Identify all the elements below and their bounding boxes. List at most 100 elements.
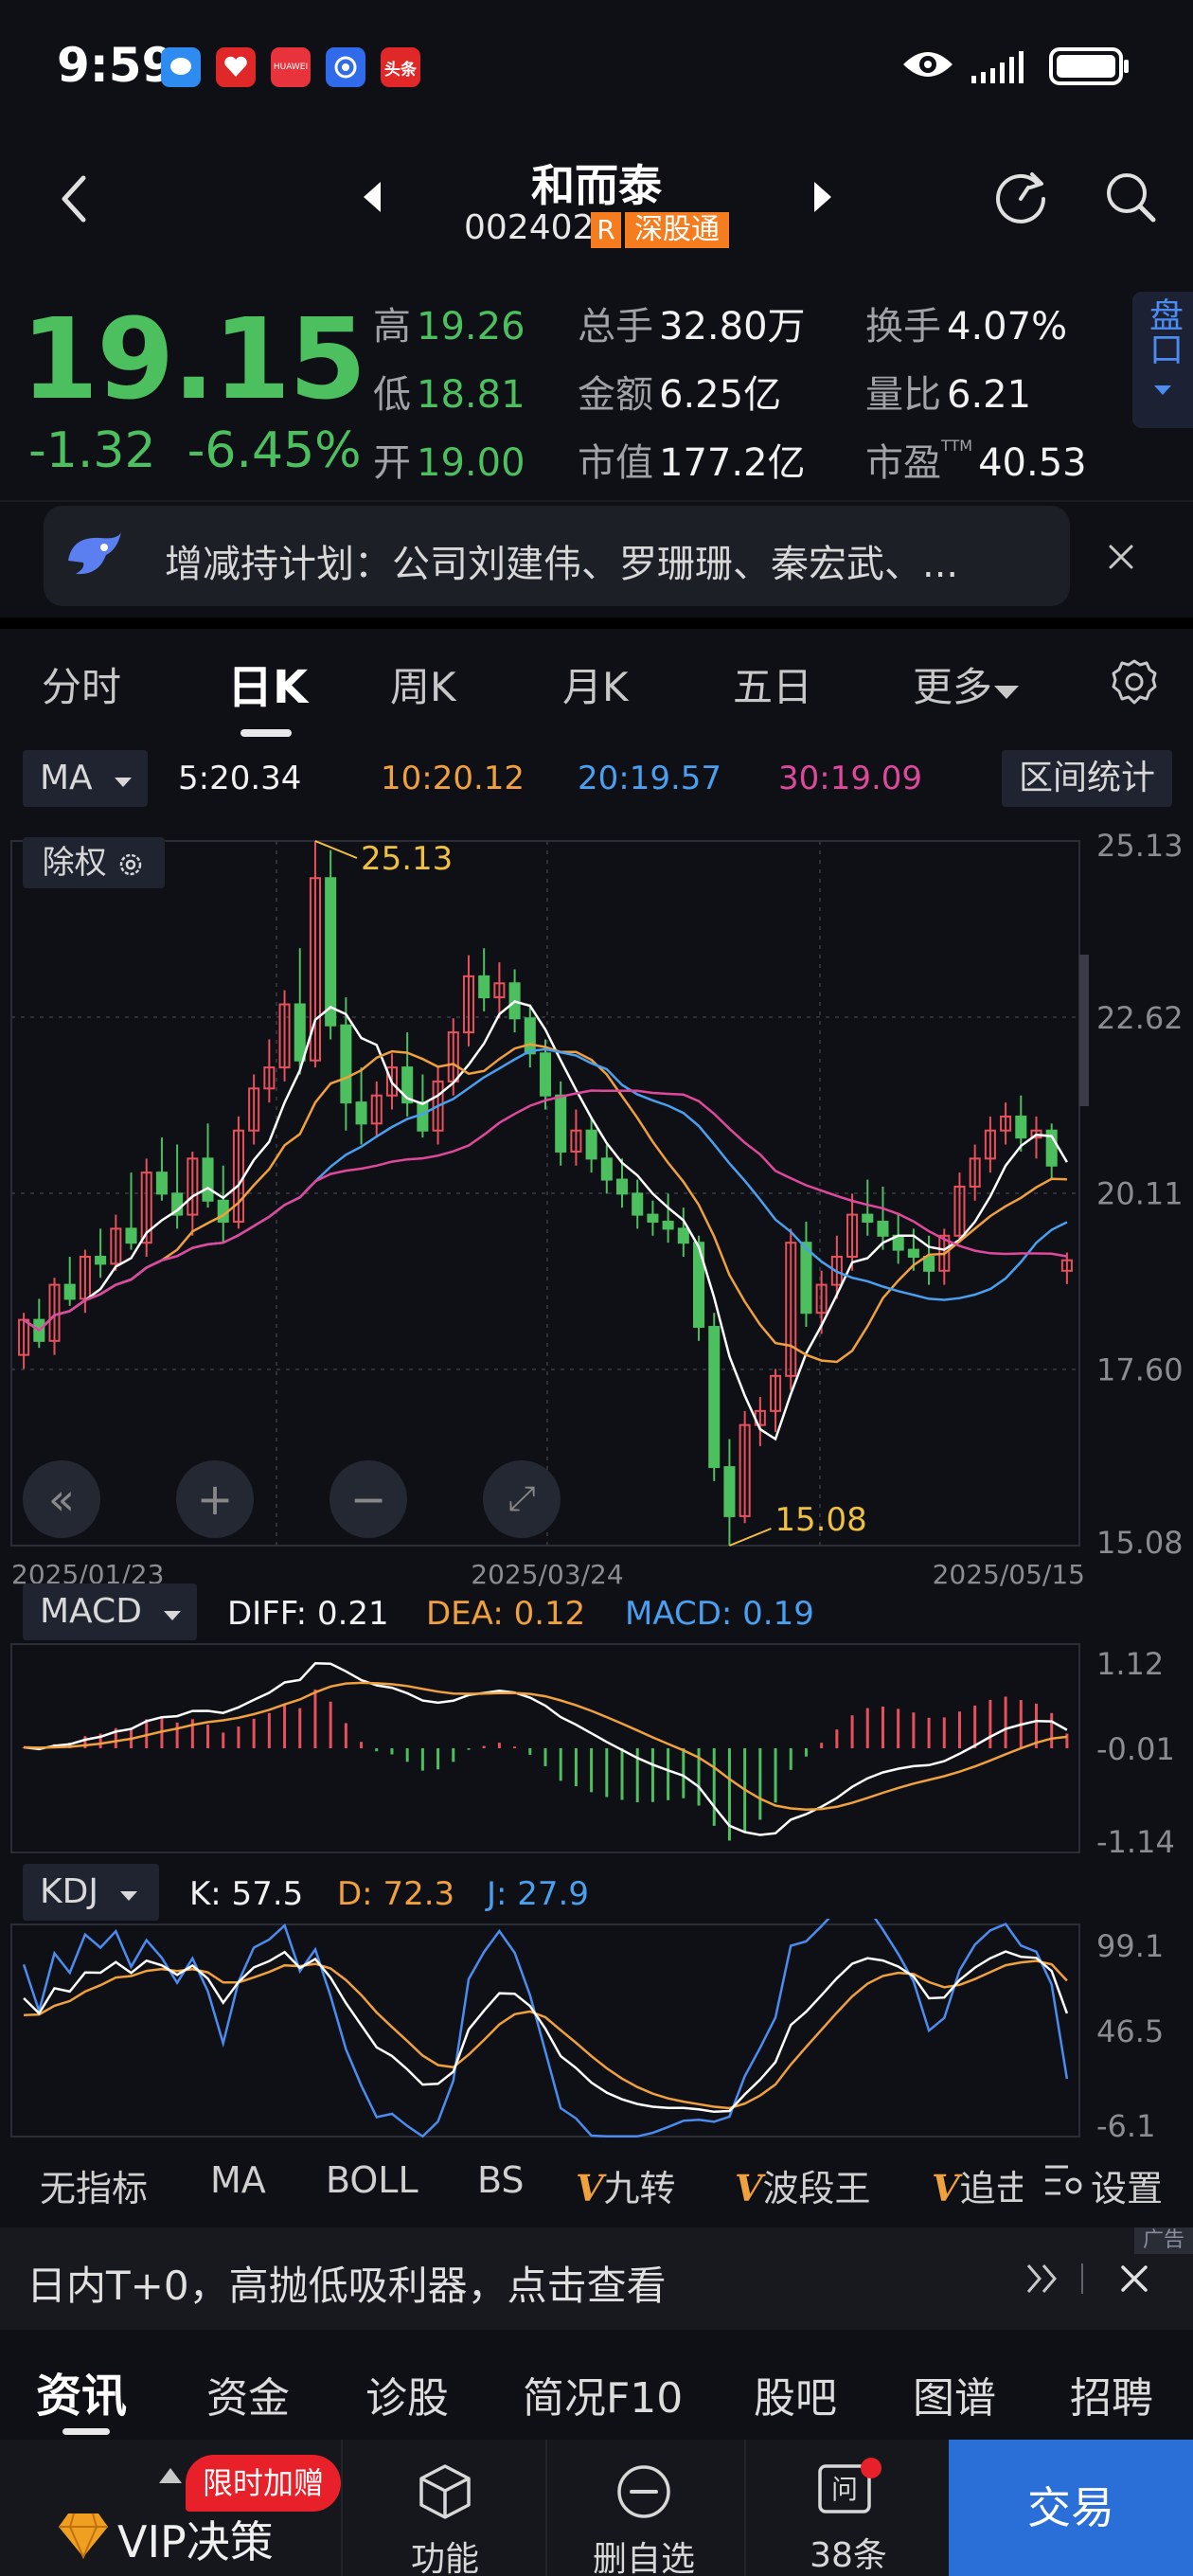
kdj-chart[interactable]: 99.1 46.5 -6.1 — [0, 1919, 1193, 2142]
y-tick-label: 46.5 — [1096, 2013, 1164, 2049]
indicator-boll[interactable]: BOLL — [326, 2159, 418, 2201]
gear-icon — [120, 853, 142, 875]
quote-cell: 高 19.26 — [373, 295, 525, 350]
tab-five-day[interactable]: 五日 — [733, 655, 812, 713]
tab-funds[interactable]: 资金 — [206, 2364, 290, 2424]
quote-cell: 开 19.00 — [373, 432, 525, 487]
battery-icon — [1049, 47, 1129, 85]
bird-logo-icon — [68, 532, 121, 575]
eye-icon — [903, 52, 953, 77]
range-stats-button[interactable]: 区间统计 — [1002, 750, 1172, 807]
kdj-selector[interactable]: KDJ — [23, 1864, 159, 1921]
vmall-app-icon — [216, 47, 256, 87]
chat-app-icon — [161, 47, 201, 87]
quote-label: 市值 — [578, 441, 653, 485]
candle-body — [723, 1466, 736, 1517]
macd-selector[interactable]: MACD — [23, 1583, 197, 1640]
max-annotation-line — [314, 840, 358, 859]
vip-decision-button[interactable]: VIP决策 — [117, 2508, 274, 2570]
indicator-settings[interactable]: 设置 — [1023, 2150, 1193, 2210]
tab-weekly-k[interactable]: 周K — [390, 655, 456, 713]
max-annotation: 25.13 — [361, 840, 453, 878]
price-change: -1.32 -6.45% — [28, 422, 362, 479]
zoom-out-button[interactable]: − — [329, 1460, 407, 1538]
candle-body — [63, 1283, 76, 1300]
ask-button[interactable]: 问 38条 — [782, 2457, 915, 2576]
quote-cell: 总手 32.80万 — [578, 295, 806, 350]
trade-button[interactable]: 交易 — [949, 2440, 1193, 2576]
quote-value: 18.81 — [417, 373, 525, 417]
ma30-value: 30:19.09 — [778, 760, 923, 797]
svg-text:问: 问 — [831, 2474, 858, 2505]
candle-body — [1015, 1115, 1027, 1139]
quote-cell: 市盈TTM 40.53 — [865, 432, 1087, 487]
quote-cell: 换手 4.07% — [865, 295, 1067, 350]
search-icon[interactable] — [1100, 167, 1161, 227]
ma5-value: 5:20.34 — [178, 760, 302, 797]
tab-forum[interactable]: 股吧 — [754, 2364, 837, 2424]
quote-cell: 市值 177.2亿 — [578, 432, 806, 487]
market-tag: 深股通 — [625, 212, 729, 248]
close-ad-icon[interactable] — [1119, 2263, 1149, 2294]
candle-body — [923, 1255, 935, 1272]
indicator-bs[interactable]: BS — [477, 2159, 525, 2201]
next-stock-icon[interactable] — [810, 178, 835, 216]
ma-selector[interactable]: MA — [23, 750, 148, 807]
quote-value: 40.53 — [978, 441, 1087, 485]
close-notice-icon[interactable] — [1106, 542, 1136, 572]
cube-icon — [419, 2464, 471, 2519]
macd-chart[interactable]: 1.12 -0.01 -1.14 — [0, 1638, 1193, 1856]
indicator-boduanwang[interactable]: V波段王 — [735, 2159, 871, 2211]
refresh-icon[interactable] — [990, 167, 1051, 227]
candle-body — [294, 1003, 306, 1062]
quote-value: 32.80万 — [659, 305, 806, 349]
r-tag: R — [591, 212, 621, 248]
y-tick-label: -1.14 — [1096, 1824, 1175, 1856]
caret-down-icon — [994, 686, 1020, 699]
tab-daily-k[interactable]: 日K — [227, 650, 308, 716]
fullscreen-button[interactable]: ⤢ — [483, 1460, 561, 1538]
quote-value: 6.25亿 — [659, 373, 782, 417]
chuquan-button[interactable]: 除权 — [23, 837, 165, 888]
v-badge-icon: V — [932, 2167, 960, 2209]
tab-more[interactable]: 更多 — [913, 655, 1021, 713]
indicator-zhuiji[interactable]: V追击 — [932, 2159, 1023, 2211]
tab-graph[interactable]: 图谱 — [913, 2364, 996, 2424]
tab-jobs[interactable]: 招聘 — [1070, 2364, 1153, 2424]
candle-body — [647, 1213, 659, 1223]
indicator-ma[interactable]: MA — [210, 2159, 266, 2201]
tab-fenshi[interactable]: 分时 — [42, 655, 121, 713]
tab-f10[interactable]: 简况F10 — [523, 2364, 683, 2424]
indicator-jiuzhuan[interactable]: V九转 — [576, 2159, 676, 2211]
caret-down-icon — [120, 1891, 138, 1901]
y-tick-label: 20.11 — [1096, 1176, 1184, 1212]
tab-news[interactable]: 资讯 — [36, 2358, 127, 2424]
quote-cell: 低 18.81 — [373, 364, 525, 419]
tab-monthly-k[interactable]: 月K — [562, 655, 629, 713]
tab-diagnose[interactable]: 诊股 — [365, 2364, 449, 2424]
footer-divider — [545, 2440, 547, 2576]
candle-body — [125, 1227, 137, 1244]
quote-label: 量比 — [865, 373, 941, 417]
kline-chart[interactable]: 25.1322.6220.1117.6015.082025/01/23 2025/… — [0, 814, 1193, 1591]
gear-icon[interactable] — [1110, 657, 1159, 707]
v-badge-icon: V — [576, 2167, 604, 2209]
ma20-value: 20:19.57 — [578, 760, 722, 797]
function-button[interactable]: 功能 — [379, 2462, 511, 2576]
y-tick-label: 15.08 — [1096, 1525, 1184, 1561]
y-tick-label: 25.13 — [1096, 828, 1184, 864]
status-bar: 9:59 HUAWEI 头条 — [0, 0, 1193, 133]
remove-watchlist-button[interactable]: 删自选 — [578, 2462, 710, 2576]
min-annotation: 15.08 — [775, 1501, 866, 1539]
quote-label: 高 — [373, 305, 411, 349]
zoom-in-button[interactable]: + — [176, 1460, 254, 1538]
quote-value: 6.21 — [947, 373, 1032, 417]
indicator-none[interactable]: 无指标 — [40, 2159, 148, 2211]
candle-body — [662, 1220, 674, 1230]
scroll-left-button[interactable]: « — [23, 1460, 100, 1538]
signal-icon — [971, 51, 1024, 83]
quote-cell: 金额 6.25亿 — [578, 364, 781, 419]
y-tick-label: -0.01 — [1096, 1731, 1175, 1767]
candle-body — [877, 1220, 889, 1237]
pankou-button[interactable]: 盘口 — [1132, 292, 1193, 428]
